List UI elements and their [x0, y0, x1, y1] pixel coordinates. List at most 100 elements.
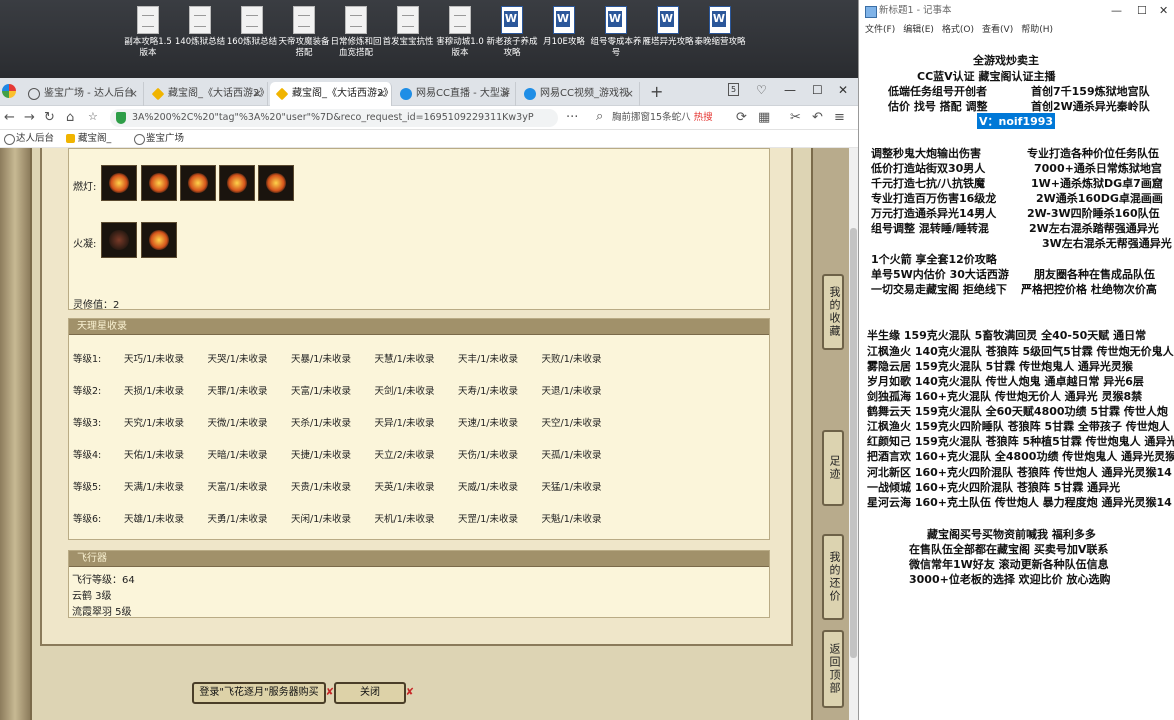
notepad-text-line: 7000+通杀日常炼狱地宫 [1034, 162, 1162, 175]
back-icon[interactable]: ← [4, 110, 15, 125]
tianli-star-cell: 天巧/1/未收录 [124, 354, 184, 365]
desktop-shortcut-label: 新老孩子养成攻略 [486, 37, 538, 58]
browser-tab[interactable]: 鉴宝广场 - 达人后台 × [22, 82, 144, 106]
minimize-icon[interactable]: — [784, 83, 796, 97]
desktop-shortcut[interactable]: 害穆动城1.0版本 [432, 6, 488, 59]
tianli-star-cell: 天速/1/未收录 [458, 418, 518, 429]
tab-close-icon[interactable]: × [129, 82, 138, 106]
desktop-shortcut[interactable]: 雁塔异光攻略 [640, 6, 696, 48]
browser-tab[interactable]: 藏宝阁_《大话西游2》 × [270, 82, 392, 106]
flight-item: 流霞翠羽 5级 [72, 607, 132, 618]
browser-logo-icon[interactable] [2, 84, 16, 98]
tianli-star-cell: 天富/1/未收录 [207, 482, 268, 493]
desktop-shortcut-label: 害穆动城1.0版本 [436, 37, 484, 58]
address-bar[interactable]: 3A%200%2C%20"tag"%3A%20"user"%7D&reco_re… [110, 109, 558, 127]
cc-icon [400, 88, 412, 100]
desktop-shortcut[interactable]: 副本攻略1.5版本 [120, 6, 176, 59]
refresh-icon[interactable]: ⟳ [736, 110, 747, 125]
browser-tab[interactable]: 网易CC视频_游戏视 × [518, 82, 640, 106]
more-icon[interactable]: ··· [566, 110, 578, 125]
side-nav-button[interactable]: 我的收藏 [822, 274, 844, 350]
text-document-icon [293, 6, 315, 34]
tab-close-icon[interactable]: × [625, 82, 634, 106]
home-icon[interactable]: ⌂ [66, 110, 74, 125]
notepad-menu-item[interactable]: 查看(V) [982, 25, 1013, 35]
notepad-menu-item[interactable]: 格式(O) [942, 25, 974, 35]
lamp-item[interactable] [258, 165, 294, 201]
desktop-shortcut[interactable]: 日常修炼和回血宽搭配 [328, 6, 384, 59]
notepad-text-line: 2W-3W四阶睡杀160队伍 [1027, 207, 1160, 220]
notepad-text-line: 鹤舞云天 159克火混队 全60天赋4800功绩 5甘霖 传世人炮 [867, 405, 1168, 418]
notepad-text-line: 单号5W内估价 30大话西游 [871, 268, 1009, 281]
undo-icon[interactable]: ↶ [812, 110, 823, 125]
menu-icon[interactable]: ≡ [834, 110, 845, 125]
lamp-item[interactable] [180, 165, 216, 201]
scrollbar-thumb[interactable] [850, 228, 857, 658]
tab-close-icon[interactable]: × [501, 82, 510, 106]
login-purchase-button[interactable]: 登录"飞花逐月"服务器购买 ✘ [192, 682, 334, 704]
maximize-icon[interactable]: ☐ [812, 83, 823, 97]
maximize-icon[interactable]: ☐ [1137, 0, 1147, 22]
notepad-menu-item[interactable]: 文件(F) [865, 25, 895, 35]
lamp-item[interactable] [141, 165, 177, 201]
new-tab-icon[interactable]: + [650, 82, 663, 101]
lingxiu-value: 灵修值：2 [73, 300, 120, 311]
notepad-text-area[interactable]: 全游戏炒卖主 CC蓝V认证 藏宝阁认证主播 低端任务组号开创者 首创7千159炼狱地宫… [859, 48, 1174, 720]
tianli-star-cell: 天捷/1/未收录 [291, 450, 351, 461]
shirt-icon[interactable]: ♡ [756, 83, 767, 97]
side-nav-button[interactable]: 足迹 [822, 430, 844, 506]
close-button[interactable]: 关闭 ✘ [334, 682, 414, 704]
close-window-icon[interactable]: ✕ [838, 83, 848, 97]
notepad-text-line: 朋友圈各种在售成品队伍 [1034, 268, 1155, 281]
fire-item[interactable] [101, 222, 137, 258]
close-window-icon[interactable]: ✕ [1159, 0, 1168, 22]
desktop-shortcut[interactable]: 秦晚缩营攻略 [692, 6, 748, 48]
notepad-menu-item[interactable]: 帮助(H) [1021, 25, 1053, 35]
browser-tab[interactable]: 网易CC直播 - 大型游 × [394, 82, 516, 106]
tianli-star-cell: 天满/1/未收录 [124, 482, 184, 493]
tianli-level-label: 等级1: [73, 354, 102, 365]
login-purchase-label: 登录"飞花逐月"服务器购买 [199, 687, 319, 698]
desktop-shortcut[interactable]: 月10E攻略 [536, 6, 592, 48]
notepad-text-line: 低价打造站街双30男人 [871, 162, 986, 175]
hot-search-badge[interactable]: 热搜 [694, 112, 713, 123]
notepad-text-line: 估价 找号 搭配 调整 [888, 100, 988, 113]
minimize-icon[interactable]: — [1111, 0, 1122, 22]
forward-icon[interactable]: → [24, 110, 35, 125]
flight-level: 飞行等级：64 [72, 575, 135, 586]
fire-item[interactable] [141, 222, 177, 258]
side-nav-button[interactable]: 返回顶部 [822, 630, 844, 708]
desktop-shortcut[interactable]: 首发宝宝抗性 [380, 6, 436, 48]
bookmark-item[interactable]: 藏宝阁_ [66, 130, 111, 148]
scissors-icon[interactable]: ✂ [790, 110, 801, 125]
scrollbar[interactable] [849, 148, 858, 720]
tab-close-icon[interactable]: × [377, 82, 386, 106]
text-document-icon [189, 6, 211, 34]
tab-count-badge[interactable]: 5 [728, 83, 740, 96]
desktop-shortcut[interactable]: 天帝攻魔装备搭配 [276, 6, 332, 59]
reload-icon[interactable]: ↻ [44, 110, 55, 125]
lamp-item[interactable] [219, 165, 255, 201]
side-nav-button[interactable]: 我的还价 [822, 534, 844, 620]
desktop-shortcut[interactable]: 组号零成本养号 [588, 6, 644, 59]
notepad-menu: 文件(F) 编辑(E) 格式(O) 查看(V) 帮助(H) [859, 22, 1174, 38]
tianli-star-cell: 天猛/1/未收录 [541, 482, 602, 493]
desktop-shortcut[interactable]: 140炼狱总结 [172, 6, 228, 48]
tab-close-icon[interactable]: × [253, 82, 262, 106]
notepad-text-line: CC蓝V认证 藏宝阁认证主播 [917, 70, 1056, 83]
notepad-menu-item[interactable]: 编辑(E) [903, 25, 934, 35]
desktop-shortcut[interactable]: 160炼狱总结 [224, 6, 280, 48]
bookmark-item[interactable]: 鉴宝广场 [134, 130, 184, 148]
search-box[interactable]: 胸前挪窗15条蛇八 热搜 [594, 108, 726, 127]
notepad-text-line: 剑独孤海 160+克火混队 传世炮无价人 通异光 灵猴8禁 [867, 390, 1143, 403]
browser-tab[interactable]: 藏宝阁_《大话西游2》 × [146, 82, 268, 106]
desktop-shortcut[interactable]: 新老孩子养成攻略 [484, 6, 540, 59]
star-icon[interactable]: ☆ [88, 110, 98, 123]
bookmark-item[interactable]: 达人后台 [4, 130, 54, 148]
tianli-section: 天理星收录 等级1: 天巧/1/未收录 天哭/1/未收录 天暴/1/未收录 天慧/1/未… [68, 318, 770, 540]
lamp-item[interactable] [101, 165, 137, 201]
tab-bar: 鉴宝广场 - 达人后台 × 藏宝阁_《大话西游2》 × 藏宝阁_《大话西游2》 × 网易CC… [0, 78, 858, 106]
page-viewport: 燃灯: 火凝: 灵修值：2 天理星收录 等级1: 天巧/1/未收录 天哭/1/未收录… [0, 148, 858, 720]
tianli-star-cell: 天富/1/未收录 [291, 386, 351, 397]
grid-icon[interactable]: ▦ [758, 110, 770, 125]
